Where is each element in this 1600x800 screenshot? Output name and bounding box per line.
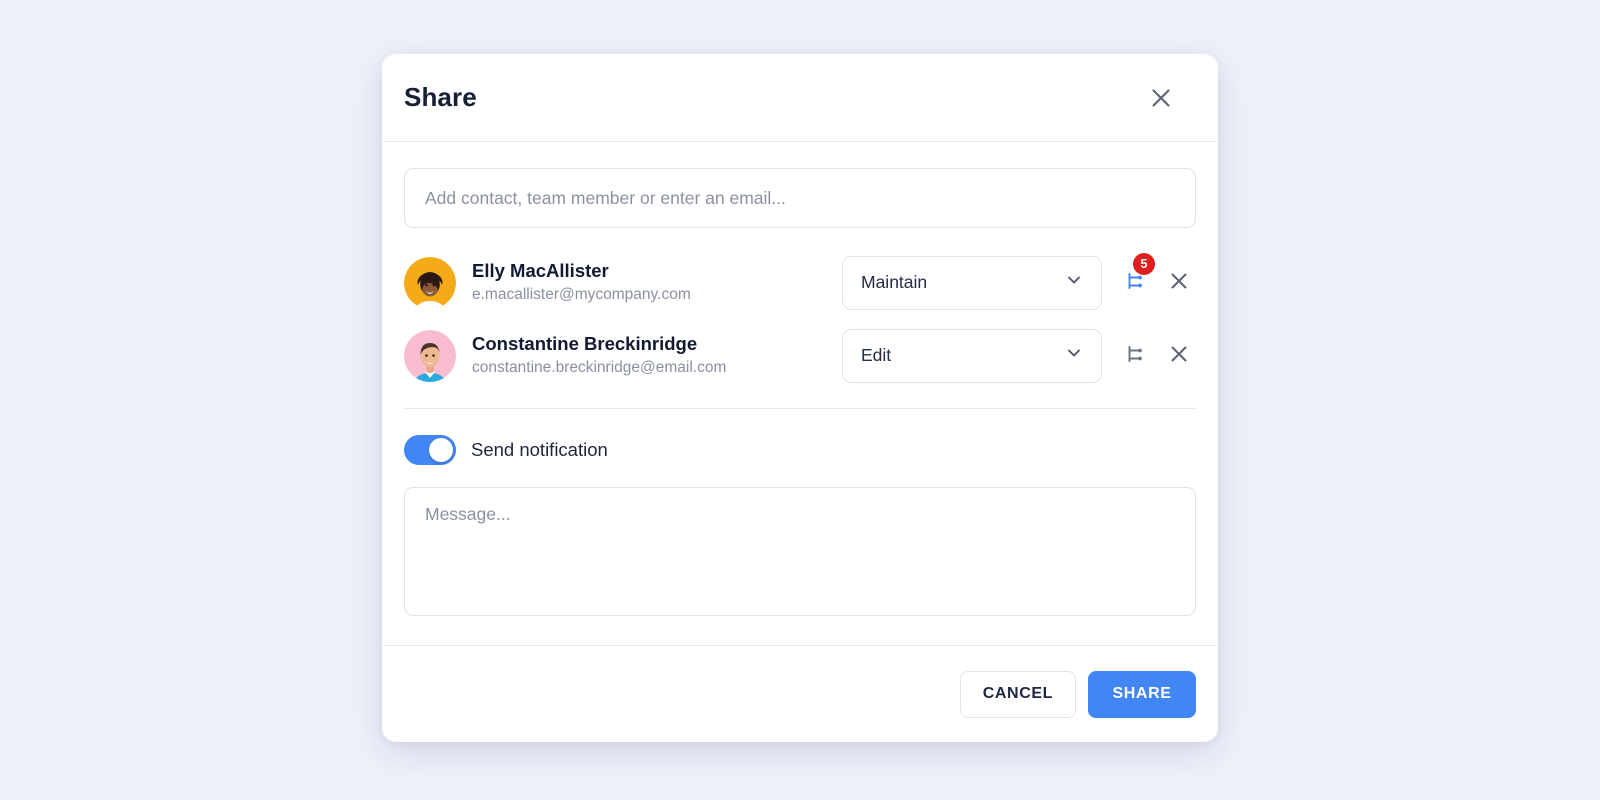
close-icon bbox=[1150, 87, 1172, 109]
page-title: Share bbox=[404, 82, 477, 112]
contact-name: Elly MacAllister bbox=[472, 259, 609, 281]
toggle-knob bbox=[429, 438, 453, 462]
role-select-value: Maintain bbox=[861, 272, 928, 292]
close-icon bbox=[1169, 271, 1189, 294]
close-icon bbox=[1169, 344, 1189, 367]
share-button[interactable]: SHARE bbox=[1088, 670, 1196, 718]
contacts-list: Elly MacAllister e.macallister@mycompany… bbox=[404, 246, 1196, 392]
share-dialog: Share Add contact, team member or enter … bbox=[382, 54, 1218, 742]
dialog-footer: CANCEL SHARE bbox=[382, 645, 1218, 742]
dialog-header: Share bbox=[382, 54, 1218, 142]
contact-row: Elly MacAllister e.macallister@mycompany… bbox=[404, 246, 1196, 319]
branch-count-badge: 5 bbox=[1133, 252, 1155, 275]
branch-permissions-button[interactable] bbox=[1118, 336, 1152, 376]
role-select-value: Edit bbox=[861, 345, 892, 365]
section-divider bbox=[404, 408, 1196, 409]
remove-contact-button[interactable] bbox=[1162, 266, 1196, 300]
send-notification-toggle[interactable] bbox=[404, 435, 456, 465]
remove-contact-button[interactable] bbox=[1162, 339, 1196, 373]
contact-meta: Constantine Breckinridge constantine.bre… bbox=[472, 332, 842, 380]
contact-meta: Elly MacAllister e.macallister@mycompany… bbox=[472, 259, 842, 307]
role-select-box[interactable]: Edit bbox=[842, 328, 1102, 383]
message-input[interactable] bbox=[404, 487, 1196, 616]
role-select[interactable]: Edit bbox=[842, 328, 1102, 383]
contact-row: Constantine Breckinridge constantine.bre… bbox=[404, 319, 1196, 392]
contact-email: e.macallister@mycompany.com bbox=[472, 285, 691, 303]
contact-name: Constantine Breckinridge bbox=[472, 332, 698, 354]
branch-permissions-button[interactable]: 5 bbox=[1118, 252, 1155, 303]
contact-email: constantine.breckinridge@email.com bbox=[472, 358, 727, 376]
dialog-body: Elly MacAllister e.macallister@mycompany… bbox=[382, 142, 1218, 621]
cancel-button[interactable]: CANCEL bbox=[959, 670, 1076, 718]
add-contact-input[interactable] bbox=[404, 168, 1196, 228]
send-notification-label: Send notification bbox=[471, 439, 608, 460]
role-select-box[interactable]: Maintain bbox=[842, 255, 1102, 310]
close-dialog-button[interactable] bbox=[1144, 81, 1178, 115]
chevron-down-icon bbox=[1065, 344, 1083, 367]
send-notification-row: Send notification bbox=[404, 435, 1196, 465]
chevron-down-icon bbox=[1065, 271, 1083, 294]
avatar bbox=[404, 256, 456, 309]
branch-icon bbox=[1125, 344, 1145, 367]
role-select[interactable]: Maintain bbox=[842, 255, 1102, 310]
avatar bbox=[404, 329, 456, 382]
